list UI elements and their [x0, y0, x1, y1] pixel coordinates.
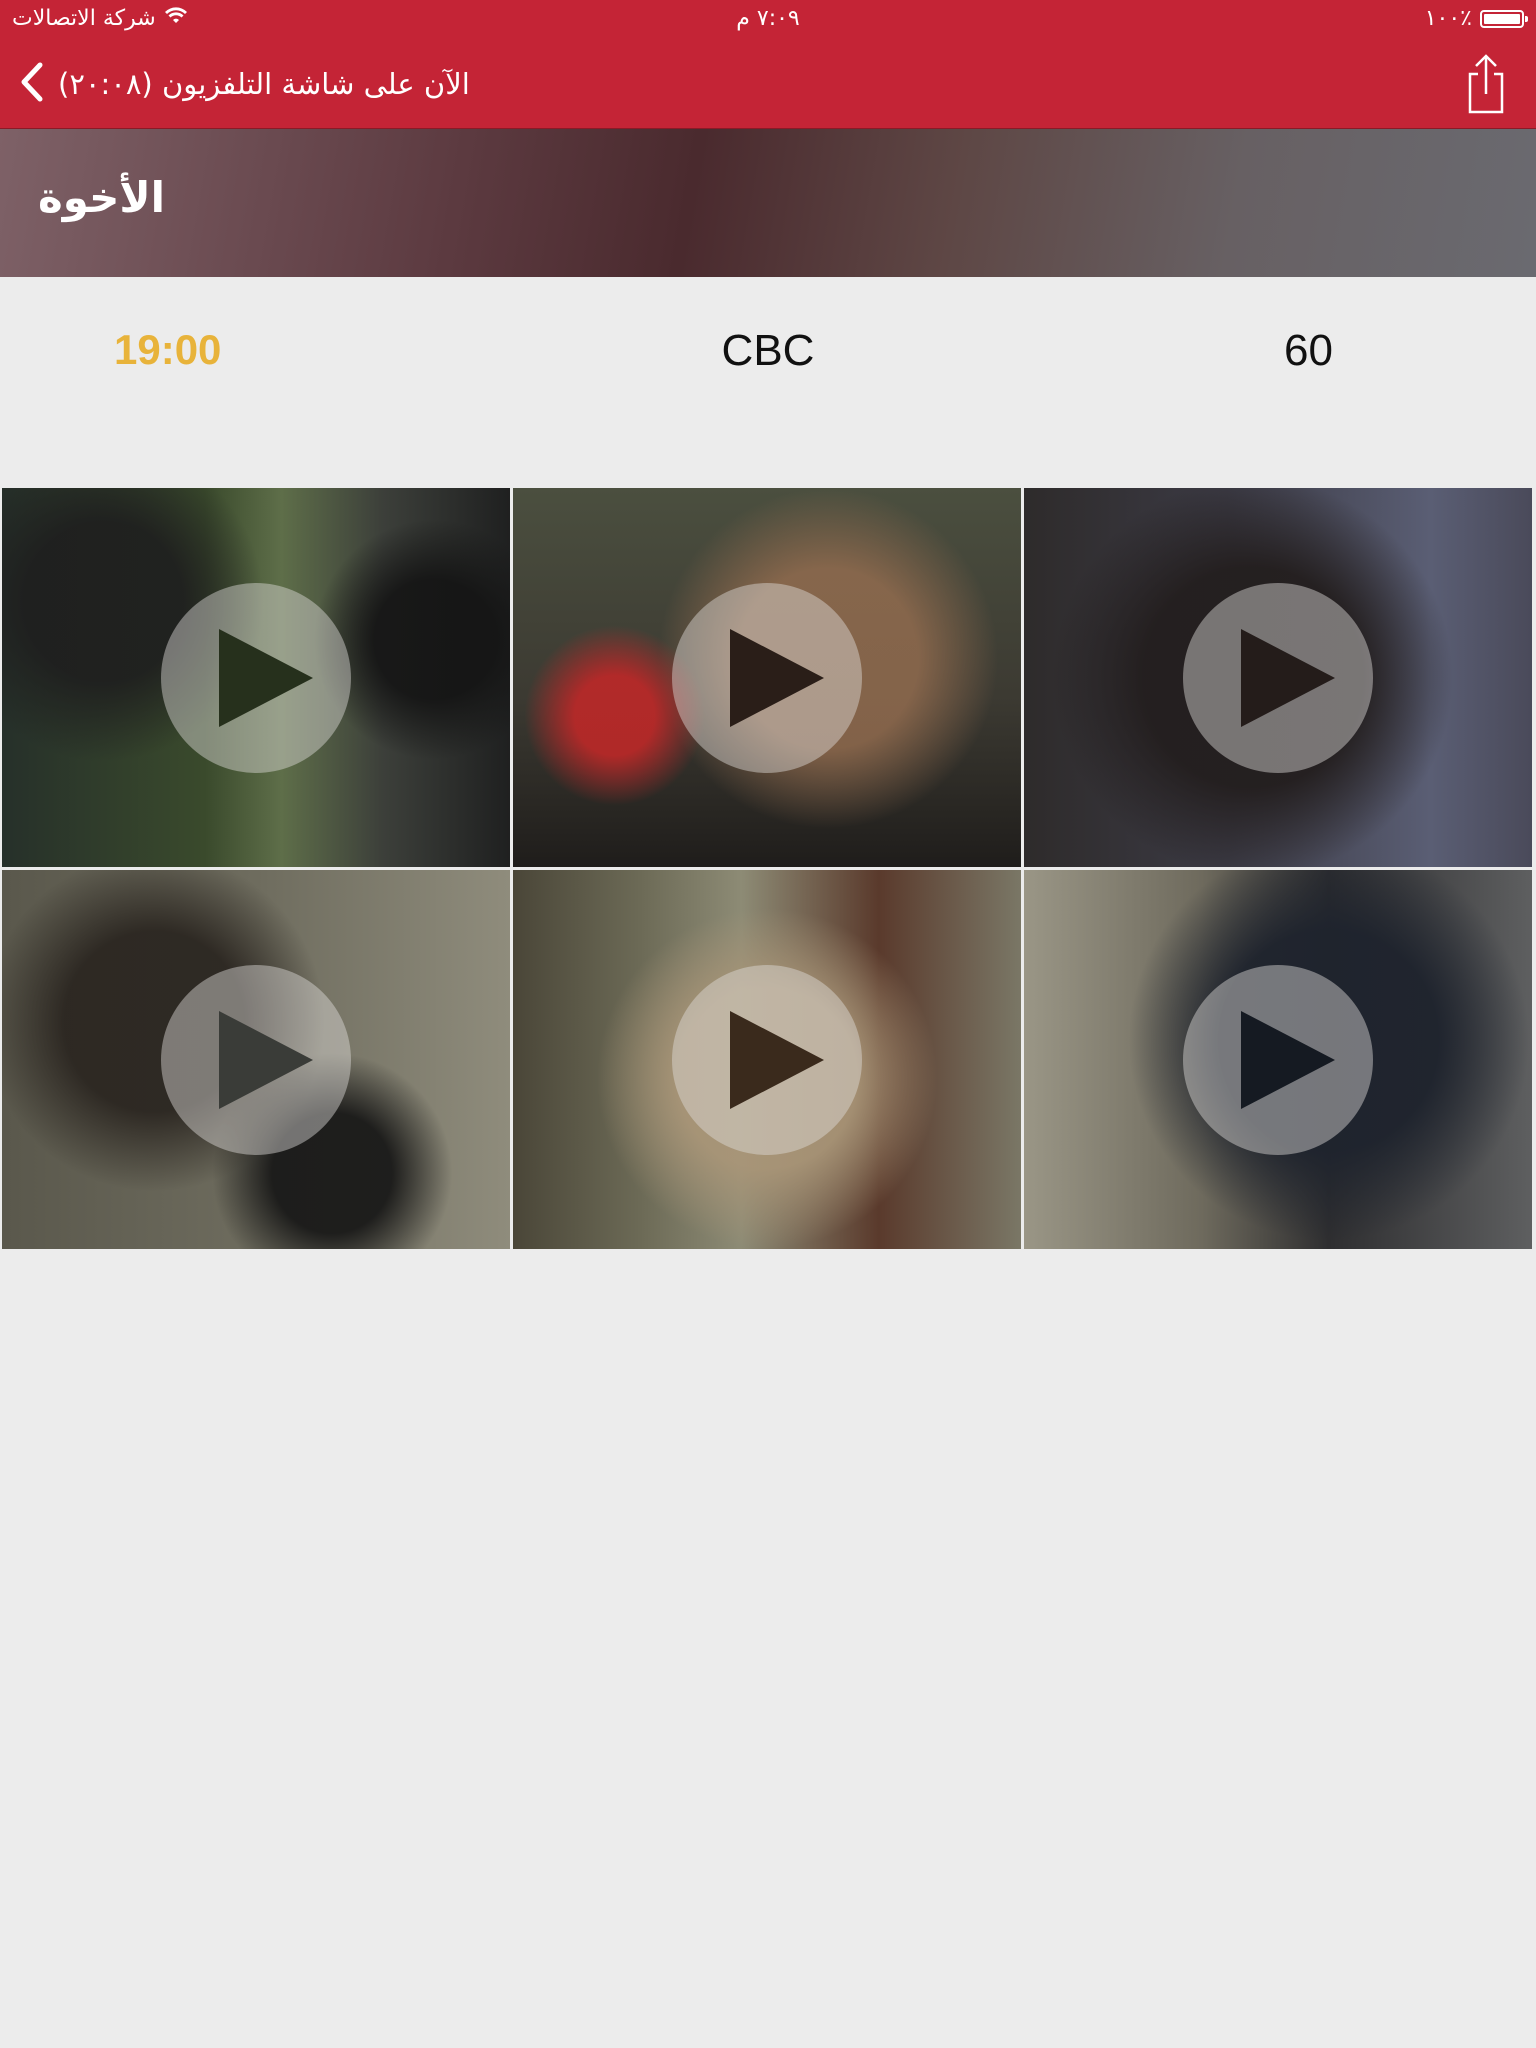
video-thumbnail[interactable] [2, 488, 510, 867]
video-grid [2, 488, 1532, 1250]
play-icon [1241, 628, 1335, 727]
battery-indicator: ١٠٠٪ [1424, 6, 1528, 31]
play-icon [1241, 1010, 1335, 1109]
play-icon [219, 628, 313, 727]
play-button[interactable] [161, 964, 351, 1155]
play-button[interactable] [161, 582, 351, 773]
video-thumbnail[interactable] [1024, 488, 1532, 867]
share-button[interactable] [1460, 52, 1512, 116]
play-icon [730, 1010, 824, 1109]
video-thumbnail[interactable] [513, 488, 1021, 867]
play-button[interactable] [1183, 582, 1373, 773]
video-thumbnail[interactable] [1024, 870, 1532, 1249]
status-time: ٧:٠٩ م [736, 6, 800, 31]
battery-percent: ١٠٠٪ [1424, 6, 1472, 31]
video-thumbnail[interactable] [513, 870, 1021, 1249]
back-button[interactable]: الآن على شاشة التلفزيون (٢٠:٠٨) [18, 58, 470, 110]
play-icon [219, 1010, 313, 1109]
program-title: الأخوة [38, 173, 166, 222]
back-title: الآن على شاشة التلفزيون (٢٠:٠٨) [58, 67, 470, 101]
play-icon [730, 628, 824, 727]
play-button[interactable] [672, 964, 862, 1155]
battery-icon [1480, 9, 1528, 28]
play-button[interactable] [672, 582, 862, 773]
program-info-row: 19:00 CBC 60 [0, 278, 1536, 418]
duration: 60 [1284, 326, 1333, 375]
play-button[interactable] [1183, 964, 1373, 1155]
navigation-bar: الآن على شاشة التلفزيون (٢٠:٠٨) [0, 40, 1536, 129]
chevron-left-icon [18, 61, 44, 107]
program-banner: الأخوة [0, 129, 1536, 277]
share-icon [1468, 54, 1504, 114]
video-thumbnail[interactable] [2, 870, 510, 1249]
status-bar: شركة الاتصالات ٧:٠٩ م ١٠٠٪ [0, 0, 1536, 40]
